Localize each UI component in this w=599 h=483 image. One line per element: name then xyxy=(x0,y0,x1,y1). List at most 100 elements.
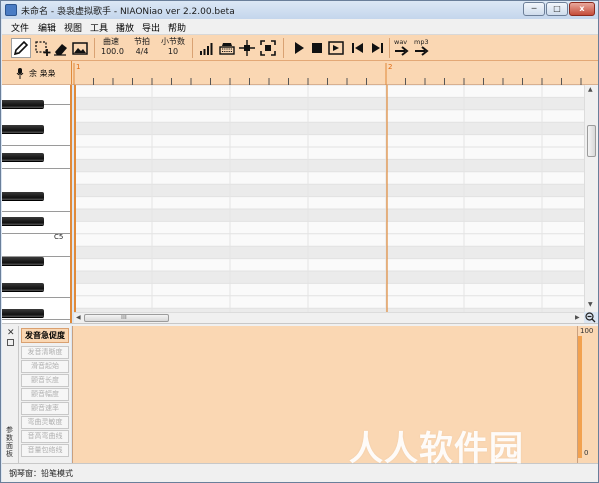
horizontal-scrollbar[interactable]: ◀ ııı ▶ xyxy=(74,312,584,323)
grid-lines xyxy=(74,85,584,312)
skip-start-icon[interactable] xyxy=(349,39,367,57)
param-volume-envelope-button[interactable]: 音量包络线 xyxy=(21,444,69,457)
eraser-icon[interactable] xyxy=(52,39,70,57)
grid-row xyxy=(74,159,584,172)
play-icon[interactable] xyxy=(290,39,308,57)
menu-view[interactable]: 视图 xyxy=(64,21,82,34)
menu-bar: 文件 编辑 视图 工具 播放 导出 帮助 xyxy=(2,19,598,35)
menu-edit[interactable]: 编辑 xyxy=(38,21,56,34)
scroll-right-arrow-icon[interactable]: ▶ xyxy=(575,314,580,321)
menu-play[interactable]: 播放 xyxy=(116,21,134,34)
volume-bars-icon[interactable] xyxy=(198,39,216,57)
grid-row xyxy=(74,246,584,259)
arrow-right-icon xyxy=(415,46,429,56)
track-header[interactable]: 余 枭枭 xyxy=(2,61,72,85)
horizontal-scroll-thumb[interactable]: ııı xyxy=(84,313,169,322)
watermark: 人人软件园 xyxy=(349,429,524,469)
image-icon[interactable] xyxy=(71,39,89,57)
stop-icon[interactable] xyxy=(308,39,326,57)
vertical-scroll-thumb[interactable] xyxy=(587,125,596,157)
black-key[interactable] xyxy=(2,217,44,226)
microphone-icon xyxy=(16,68,24,79)
keyboard-icon[interactable] xyxy=(218,39,236,57)
black-key[interactable] xyxy=(2,283,44,292)
status-text: 钢琴窗：铅笔模式 xyxy=(9,469,73,478)
track-name: 余 枭枭 xyxy=(29,69,56,78)
measures-control[interactable]: 小节数 10 xyxy=(160,37,186,57)
grid-row xyxy=(74,196,584,209)
export-mp3-button[interactable]: mp3 xyxy=(414,35,430,61)
grid-row xyxy=(74,221,584,234)
black-key[interactable] xyxy=(2,309,44,318)
export-wav-button[interactable]: wav xyxy=(394,35,410,61)
vertical-scrollbar[interactable]: ▲ ▼ xyxy=(584,85,598,312)
parameter-panel-sidebar: ✕ 参数面板 xyxy=(2,326,19,463)
grid-row xyxy=(74,109,584,123)
param-vibrato-rate-button[interactable]: 颤音速率 xyxy=(21,402,69,415)
white-key-divider xyxy=(2,297,70,298)
export-wav-label: wav xyxy=(394,38,408,46)
tempo-value: 100.0 xyxy=(101,47,124,56)
scale-min-label: 0 xyxy=(584,449,589,457)
export-mp3-label: mp3 xyxy=(414,38,429,46)
param-vibrato-depth-button[interactable]: 颤音幅度 xyxy=(21,388,69,401)
grid-row xyxy=(74,147,584,160)
note-grid[interactable] xyxy=(74,85,584,312)
close-icon[interactable]: ✕ xyxy=(7,328,15,338)
skip-end-icon[interactable] xyxy=(368,39,386,57)
grid-row xyxy=(74,271,584,284)
toolbar-separator xyxy=(283,38,284,58)
toolbar-separator xyxy=(94,38,95,58)
toolbar: 曲速 100.0 节拍 4/4 小节数 10 wav mp3 xyxy=(2,35,598,61)
move-cross-icon[interactable] xyxy=(238,39,256,57)
menu-export[interactable]: 导出 xyxy=(142,21,160,34)
timeline-ruler[interactable]: 1 2 xyxy=(72,61,598,85)
piano-keyboard[interactable]: C5 xyxy=(2,85,72,323)
select-add-icon[interactable] xyxy=(34,39,52,57)
scroll-grip: ııı xyxy=(121,313,127,321)
grid-row xyxy=(74,85,584,98)
white-key-divider xyxy=(2,211,70,212)
maximize-button[interactable]: □ xyxy=(546,2,568,16)
pin-icon[interactable] xyxy=(7,339,14,346)
grid-row xyxy=(74,171,584,185)
black-key[interactable] xyxy=(2,257,44,266)
beat-control[interactable]: 节拍 4/4 xyxy=(132,37,152,57)
black-key[interactable] xyxy=(2,125,44,134)
bar-number: 1 xyxy=(76,63,81,71)
scroll-down-arrow-icon[interactable]: ▼ xyxy=(588,301,593,308)
c5-key-label: C5 xyxy=(54,233,64,241)
grid-row xyxy=(74,258,584,271)
close-button[interactable]: x xyxy=(569,2,595,16)
param-clarity-button[interactable]: 发音清晰度 xyxy=(21,346,69,359)
scroll-left-arrow-icon[interactable]: ◀ xyxy=(76,314,81,321)
grid-row xyxy=(74,97,584,110)
menu-file[interactable]: 文件 xyxy=(11,21,29,34)
tempo-control[interactable]: 曲速 100.0 xyxy=(101,37,124,57)
grid-row xyxy=(74,134,584,147)
black-key[interactable] xyxy=(2,153,44,162)
param-portamento-start-button[interactable]: 滑音起始 xyxy=(21,360,69,373)
measures-value: 10 xyxy=(167,47,179,56)
scroll-up-arrow-icon[interactable]: ▲ xyxy=(588,86,593,93)
param-pitch-bend-button[interactable]: 音高弯曲线 xyxy=(21,430,69,443)
param-vibrato-length-button[interactable]: 颤音长度 xyxy=(21,374,69,387)
menu-help[interactable]: 帮助 xyxy=(168,21,186,34)
param-bend-sensitivity-button[interactable]: 弯曲灵敏度 xyxy=(21,416,69,429)
beat-label: 节拍 xyxy=(134,37,150,46)
pencil-icon[interactable] xyxy=(11,38,31,58)
param-attack-button[interactable]: 发音急促度 xyxy=(21,328,69,343)
grid-row xyxy=(74,209,584,222)
grid-row xyxy=(74,122,584,135)
parameter-list: 发音急促度 发音清晰度 滑音起始 颤音长度 颤音幅度 颤音速率 弯曲灵敏度 音高… xyxy=(19,326,71,463)
toolbar-separator xyxy=(192,38,193,58)
menu-tools[interactable]: 工具 xyxy=(90,21,108,34)
zoom-out-icon[interactable] xyxy=(585,312,596,323)
black-key[interactable] xyxy=(2,100,44,109)
app-icon xyxy=(5,4,17,16)
fit-view-icon[interactable] xyxy=(259,39,277,57)
black-key[interactable] xyxy=(2,192,44,201)
minimize-button[interactable]: ─ xyxy=(523,2,545,16)
play-from-cursor-icon[interactable] xyxy=(327,39,345,57)
parameter-scale: 100 0 xyxy=(577,326,598,463)
